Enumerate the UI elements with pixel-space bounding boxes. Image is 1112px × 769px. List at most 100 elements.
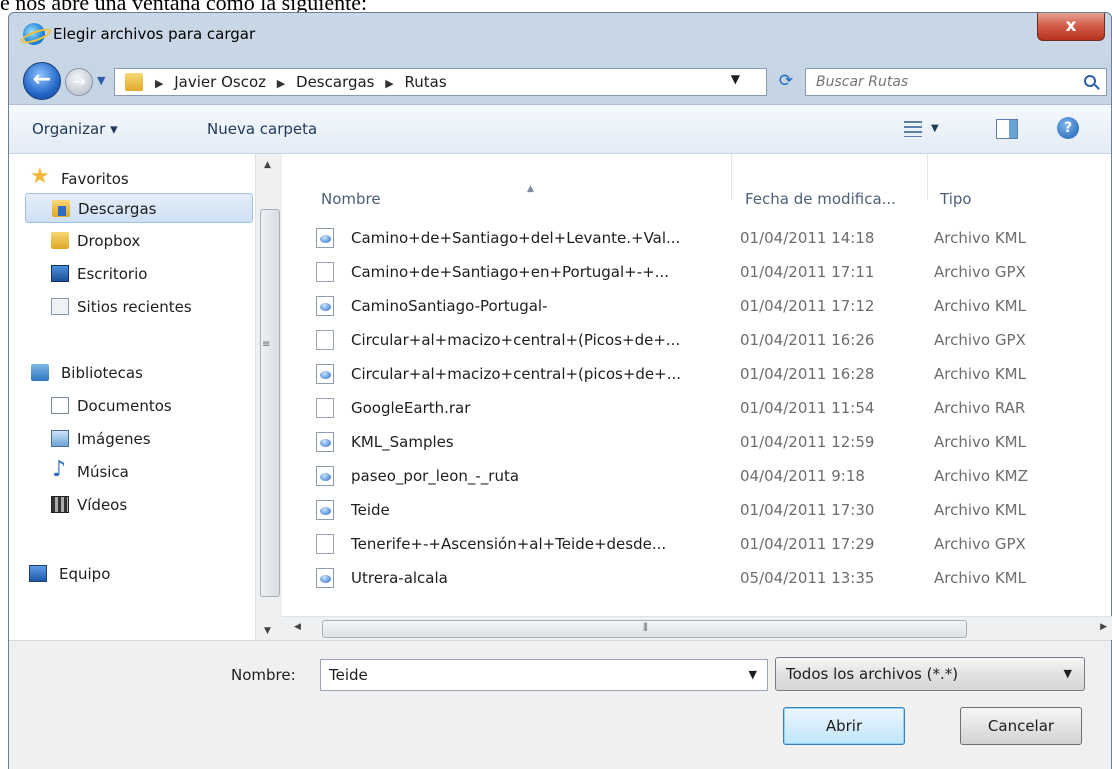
kml-file-icon	[316, 568, 334, 588]
browser-area: Favoritos Descargas Dropbox Escritorio S…	[9, 154, 1112, 640]
file-row[interactable]: Camino+de+Santiago+del+Levante.+Val... 01…	[282, 220, 1112, 254]
file-type: Archivo KML	[934, 297, 1026, 315]
scroll-thumb[interactable]	[260, 209, 280, 597]
recent-places-icon	[51, 298, 69, 315]
file-name: Circular+al+macizo+central+(Picos+de+...	[351, 331, 681, 349]
breadcrumb-item-javier-oscoz[interactable]: Javier Oscoz	[174, 73, 266, 91]
column-header-date[interactable]: Fecha de modifica...	[732, 154, 928, 208]
sort-ascending-icon: ▲	[527, 184, 534, 194]
refresh-icon[interactable]: ⟳	[771, 68, 801, 96]
view-options-icon[interactable]	[904, 121, 922, 137]
nav-item-desktop[interactable]: Escritorio	[9, 259, 252, 289]
breadcrumb-separator-icon[interactable]: ▶	[277, 77, 285, 90]
file-row[interactable]: Circular+al+macizo+central+(Picos+de+...…	[282, 322, 1112, 356]
address-dropdown-icon[interactable]: ▼	[731, 72, 740, 86]
file-date: 01/04/2011 11:54	[740, 399, 875, 417]
nav-item-videos[interactable]: Vídeos	[9, 490, 252, 520]
file-name: Teide	[351, 501, 390, 519]
search-icon[interactable]	[1084, 75, 1096, 87]
file-type: Archivo KML	[934, 501, 1026, 519]
nav-item-images[interactable]: Imágenes	[9, 424, 252, 454]
column-header-type[interactable]: Tipo	[928, 154, 1112, 208]
file-type-filter[interactable]: Todos los archivos (*.*) ▼	[775, 657, 1085, 691]
help-icon[interactable]: ?	[1057, 117, 1079, 139]
nav-item-documents[interactable]: Documentos	[9, 391, 252, 421]
file-type: Archivo GPX	[934, 331, 1026, 349]
file-name: GoogleEarth.rar	[351, 399, 471, 417]
file-name-input[interactable]	[329, 666, 729, 684]
file-row[interactable]: Camino+de+Santiago+en+Portugal+-+... 01/0…	[282, 254, 1112, 288]
preview-pane-icon[interactable]	[996, 119, 1018, 139]
navigation-scrollbar[interactable]: ▲ ≡ ▼	[255, 154, 282, 640]
column-header-label: Fecha de modifica...	[745, 190, 896, 208]
breadcrumb-item-rutas[interactable]: Rutas	[405, 73, 447, 91]
folder-icon	[51, 232, 69, 249]
scroll-down-icon[interactable]: ▼	[264, 626, 271, 636]
breadcrumb-item-descargas[interactable]: Descargas	[296, 73, 374, 91]
breadcrumb-separator-icon[interactable]: ▶	[385, 77, 393, 90]
open-button[interactable]: Abrir	[783, 707, 905, 745]
scroll-grip-icon: ≡	[262, 339, 271, 350]
nav-item-libraries[interactable]: Bibliotecas	[9, 358, 252, 388]
file-name: Circular+al+macizo+central+(picos+de+...	[351, 365, 682, 383]
nav-item-computer[interactable]: Equipo	[9, 559, 252, 589]
cancel-button[interactable]: Cancelar	[960, 707, 1082, 745]
file-date: 01/04/2011 12:59	[740, 433, 875, 451]
column-header-name[interactable]: Nombre	[282, 154, 732, 208]
search-field[interactable]	[805, 68, 1107, 96]
kml-file-icon	[316, 296, 334, 316]
file-type: Archivo KML	[934, 365, 1026, 383]
view-dropdown-icon[interactable]: ▼	[931, 123, 939, 134]
search-input[interactable]	[816, 74, 1066, 90]
scroll-left-icon[interactable]: ◀	[294, 622, 301, 632]
desktop-icon	[51, 265, 69, 282]
file-date: 01/04/2011 17:29	[740, 535, 875, 553]
nav-item-recent-places[interactable]: Sitios recientes	[9, 292, 252, 322]
file-date: 01/04/2011 17:30	[740, 501, 875, 519]
column-header-label: Tipo	[940, 190, 972, 208]
scroll-thumb[interactable]: ⦀	[322, 620, 967, 638]
file-row[interactable]: Teide 01/04/2011 17:30 Archivo KML	[282, 492, 1112, 526]
file-row[interactable]: Utrera-alcala 05/04/2011 13:35 Archivo KML	[282, 560, 1112, 594]
file-row[interactable]: KML_Samples 01/04/2011 12:59 Archivo KML	[282, 424, 1112, 458]
file-row[interactable]: CaminoSantiago-Portugal- 01/04/2011 17:12…	[282, 288, 1112, 322]
file-row[interactable]: Tenerife+-+Ascensión+al+Teide+desde... 01…	[282, 526, 1112, 560]
file-date: 01/04/2011 14:18	[740, 229, 875, 247]
close-button[interactable]: x	[1037, 13, 1105, 41]
nav-item-music[interactable]: Música	[9, 457, 252, 487]
file-date: 01/04/2011 17:11	[740, 263, 875, 281]
forward-button[interactable]: →	[65, 68, 93, 96]
file-name: KML_Samples	[351, 433, 454, 451]
nav-label: Escritorio	[77, 265, 148, 283]
document-file-icon	[316, 262, 334, 282]
document-file-icon	[316, 398, 334, 418]
horizontal-scrollbar[interactable]: ◀ ⦀ ▶	[282, 616, 1112, 640]
new-folder-button[interactable]: Nueva carpeta	[207, 120, 317, 138]
scroll-right-icon[interactable]: ▶	[1100, 622, 1107, 632]
file-type: Archivo GPX	[934, 535, 1026, 553]
chevron-down-icon: ▼	[1063, 667, 1072, 680]
breadcrumb-separator-icon[interactable]: ▶	[155, 77, 163, 90]
file-type: Archivo RAR	[934, 399, 1026, 417]
back-button[interactable]: ←	[23, 62, 61, 100]
address-field[interactable]: ▶ Javier Oscoz ▶ Descargas ▶ Rutas ▼	[114, 68, 767, 96]
document-file-icon	[316, 534, 334, 554]
file-date: 01/04/2011 17:12	[740, 297, 875, 315]
recent-pages-chevron-icon[interactable]: ▼	[97, 74, 105, 87]
dialog-footer: Nombre: ▼ Todos los archivos (*.*) ▼ Abr…	[9, 640, 1111, 769]
organize-menu[interactable]: Organizar ▾	[32, 120, 118, 138]
file-name: Camino+de+Santiago+del+Levante.+Val...	[351, 229, 681, 247]
file-row[interactable]: paseo_por_leon_-_ruta 04/04/2011 9:18 Arch…	[282, 458, 1112, 492]
nav-item-downloads[interactable]: Descargas	[25, 193, 253, 223]
file-row[interactable]: Circular+al+macizo+central+(picos+de+...…	[282, 356, 1112, 390]
nav-item-dropbox[interactable]: Dropbox	[9, 226, 252, 256]
file-row[interactable]: GoogleEarth.rar 01/04/2011 11:54 Archivo R…	[282, 390, 1112, 424]
nav-item-favorites[interactable]: Favoritos	[9, 164, 252, 194]
nav-label: Equipo	[59, 565, 111, 583]
file-date: 01/04/2011 16:28	[740, 365, 875, 383]
file-name-dropdown-icon[interactable]: ▼	[749, 668, 757, 681]
file-name-field[interactable]: ▼	[320, 659, 768, 691]
scroll-up-icon[interactable]: ▲	[264, 160, 271, 170]
libraries-icon	[31, 364, 49, 381]
file-date: 05/04/2011 13:35	[740, 569, 875, 587]
